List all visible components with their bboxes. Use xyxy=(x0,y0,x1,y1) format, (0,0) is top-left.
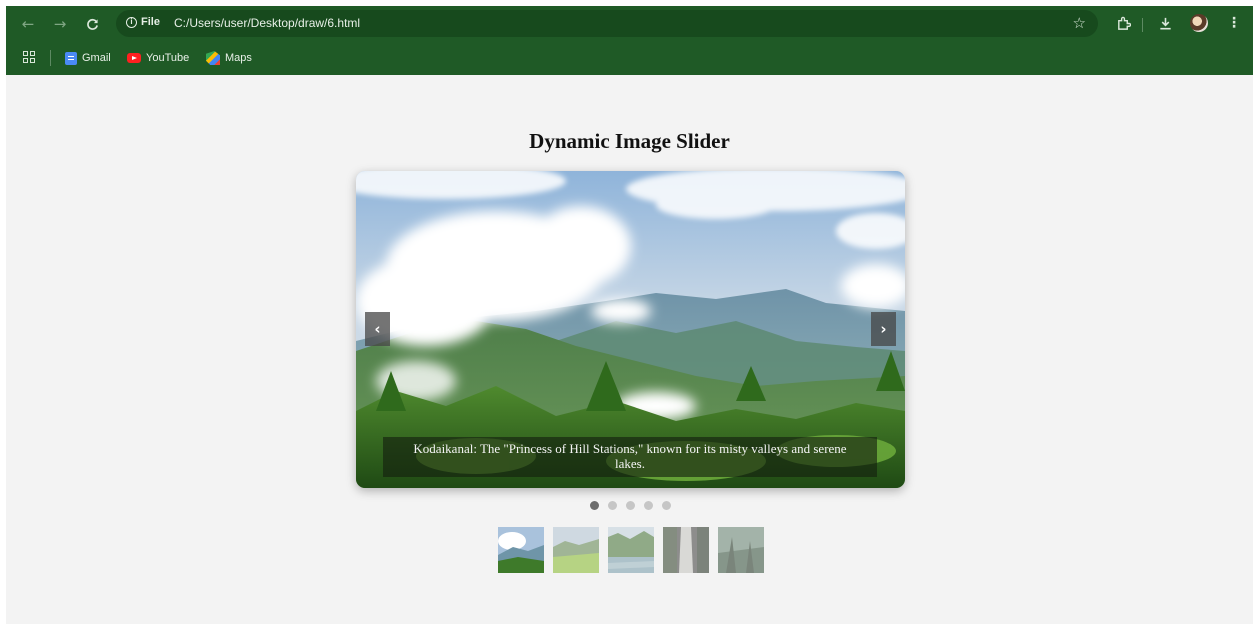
gmail-icon xyxy=(65,51,77,65)
page-content: Dynamic Image Slider ‹ › Kodaikanal: The… xyxy=(6,75,1253,624)
slide-caption: Kodaikanal: The "Princess of Hill Statio… xyxy=(383,437,877,477)
image-slider: ‹ › Kodaikanal: The "Princess of Hill St… xyxy=(356,171,905,488)
extensions-icon[interactable] xyxy=(1112,12,1134,34)
back-icon[interactable]: ← xyxy=(16,12,40,36)
site-info-chip[interactable]: i File xyxy=(126,16,160,28)
youtube-icon xyxy=(127,53,141,63)
slide-indicator-dots xyxy=(590,501,671,510)
apps-grid-icon[interactable] xyxy=(23,51,35,63)
toolbar-separator xyxy=(1142,18,1143,32)
profile-avatar[interactable] xyxy=(1190,14,1208,32)
bookmark-label: Gmail xyxy=(82,52,111,64)
browser-toolbar: ← → i File C:/Users/user/Desktop/draw/6.… xyxy=(6,6,1253,42)
bookmark-gmail[interactable]: Gmail xyxy=(65,48,111,68)
maps-icon xyxy=(206,51,220,65)
address-bar[interactable]: i File C:/Users/user/Desktop/draw/6.html… xyxy=(116,10,1098,37)
previous-slide-button[interactable]: ‹ xyxy=(365,312,390,346)
page-title: Dynamic Image Slider xyxy=(529,129,730,153)
bookmarks-separator xyxy=(50,50,51,66)
bookmark-label: Maps xyxy=(225,52,252,64)
site-info-label: File xyxy=(141,16,160,28)
slide-dot-1[interactable] xyxy=(590,501,599,510)
bookmark-maps[interactable]: Maps xyxy=(206,48,252,68)
thumbnail-3[interactable] xyxy=(608,527,654,573)
slide-dot-3[interactable] xyxy=(626,501,635,510)
forward-icon[interactable]: → xyxy=(48,12,72,36)
thumbnail-1[interactable] xyxy=(498,527,544,573)
thumbnail-2[interactable] xyxy=(553,527,599,573)
slide-dot-5[interactable] xyxy=(662,501,671,510)
reload-icon[interactable] xyxy=(80,12,104,36)
bookmark-youtube[interactable]: YouTube xyxy=(127,48,189,68)
thumbnail-strip xyxy=(498,527,764,573)
thumbnail-5[interactable] xyxy=(718,527,764,573)
download-icon[interactable] xyxy=(1154,12,1176,34)
next-slide-button[interactable]: › xyxy=(871,312,896,346)
url-text[interactable]: C:/Users/user/Desktop/draw/6.html xyxy=(174,16,360,30)
bookmarks-bar: Gmail YouTube Maps xyxy=(6,44,1253,72)
browser-chrome: ← → i File C:/Users/user/Desktop/draw/6.… xyxy=(6,6,1253,75)
bookmark-label: YouTube xyxy=(146,52,190,64)
slide-dot-2[interactable] xyxy=(608,501,617,510)
thumbnail-4[interactable] xyxy=(663,527,709,573)
slide-dot-4[interactable] xyxy=(644,501,653,510)
star-icon[interactable]: ☆ xyxy=(1073,14,1086,32)
info-icon: i xyxy=(126,16,137,28)
menu-icon[interactable]: ⋮ xyxy=(1223,12,1245,34)
